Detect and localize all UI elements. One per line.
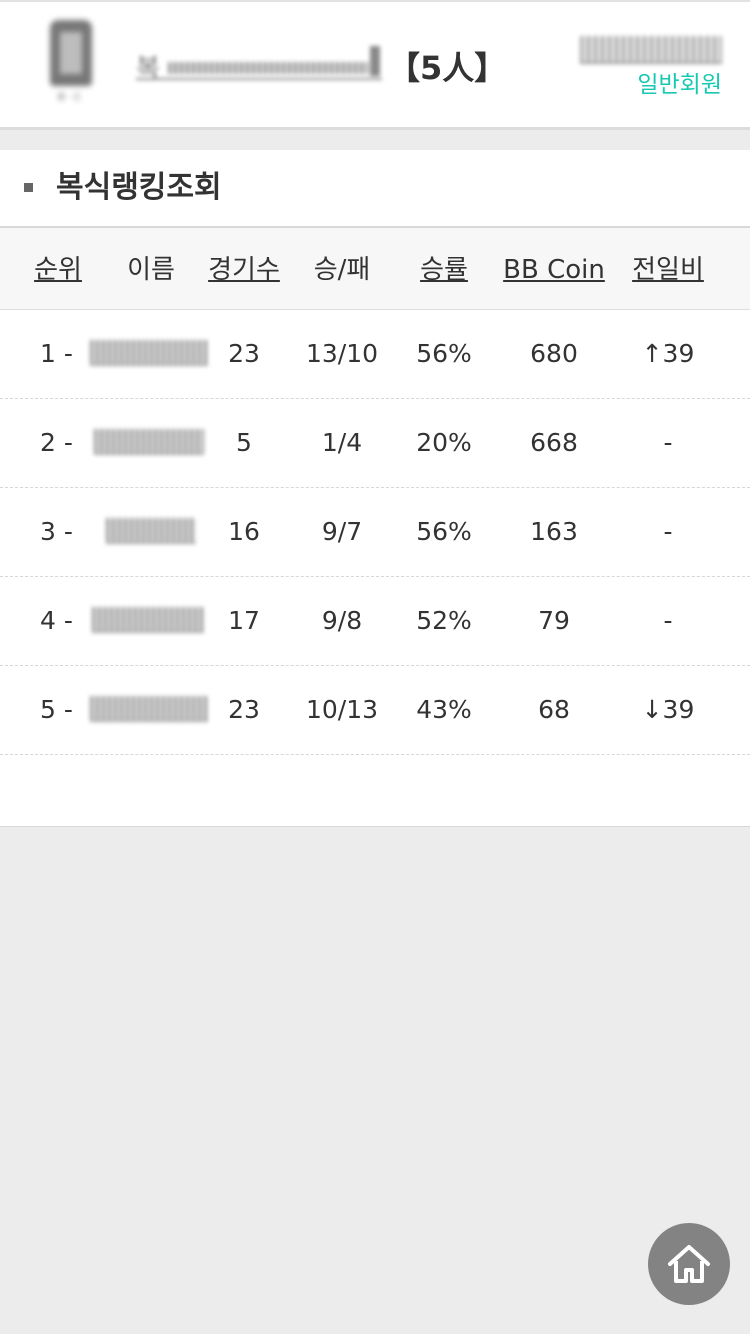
player-name-redacted[interactable] [90,696,208,722]
column-header-games[interactable]: 경기수 [198,248,290,292]
win-loss-cell: 9/7 [321,517,363,546]
win-loss-cell: 9/8 [321,606,363,635]
win-rate-cell: 56% [416,517,472,546]
daily-change-cell: - [663,606,673,635]
rank-cell: 4 - [40,606,73,635]
club-logo-text: B·C [57,92,85,103]
column-header-win-rate[interactable]: 승률 [398,248,490,292]
player-name-redacted[interactable] [90,340,208,366]
games-cell: 17 [228,606,260,635]
member-type: 일반회원 [637,72,722,98]
rank-cell: 5 - [40,695,73,724]
club-name-blur-end [370,46,380,76]
games-cell: 23 [228,339,260,368]
bb-coin-cell: 68 [538,695,570,724]
win-rate-cell: 52% [416,606,472,635]
win-loss-cell: 13/10 [305,339,379,368]
section-title: 복식랭킹조회 [56,170,222,205]
daily-change-cell: - [663,517,673,546]
club-logo-mark-inner [60,32,82,74]
home-icon [668,1245,710,1283]
ranking-table: 순위 이름 경기수 승/패 승률 BB Coin 전일비 1 - 23 13/1… [0,228,750,827]
daily-change-cell: - [663,428,673,457]
column-header-bb-coin[interactable]: BB Coin [494,248,614,292]
table-row: 1 - 23 13/10 56% 680 ↑39 [0,310,750,399]
games-cell: 23 [228,695,260,724]
rank-cell: 1 - [40,339,73,368]
win-rate-cell: 43% [416,695,472,724]
win-loss-cell: 1/4 [321,428,363,457]
rank-cell: 3 - [40,517,73,546]
club-logo: B·C [40,20,102,106]
column-header-name: 이름 [127,255,175,285]
daily-change-cell: ↑39 [641,339,695,368]
bb-coin-cell: 79 [538,606,570,635]
table-row: 4 - 17 9/8 52% 79 - [0,577,750,666]
games-cell: 5 [236,428,252,457]
bb-coin-cell: 163 [530,517,578,546]
table-row: 2 - 5 1/4 20% 668 - [0,399,750,488]
win-loss-cell: 10/13 [305,695,379,724]
player-name-redacted[interactable] [94,429,204,455]
column-header-daily-change[interactable]: 전일비 [618,248,718,292]
table-row: 5 - 23 10/13 43% 68 ↓39 [0,666,750,755]
player-name-redacted[interactable] [92,607,204,633]
home-button[interactable] [648,1223,730,1305]
games-cell: 16 [228,517,260,546]
win-rate-cell: 56% [416,339,472,368]
square-bullet-icon [24,183,33,192]
win-rate-cell: 20% [416,428,472,457]
table-row: 3 - 16 9/7 56% 163 - [0,488,750,577]
rank-cell: 2 - [40,428,73,457]
club-name-underline [136,78,382,80]
bb-coin-cell: 680 [530,339,578,368]
club-name-redacted[interactable]: 복 [136,44,382,84]
club-name-blur [168,62,368,74]
bb-coin-cell: 668 [530,428,578,457]
column-header-rank[interactable]: 순위 [22,248,94,292]
section-title-bar: 복식랭킹조회 [0,150,750,228]
daily-change-cell: ↓39 [641,695,695,724]
player-name-redacted[interactable] [106,518,196,544]
column-header-win-loss: 승/패 [313,255,371,285]
user-name-redacted[interactable] [580,36,722,64]
header: B·C 복 【5人】 일반회원 [0,0,750,130]
member-count: 【5人】 [388,49,507,87]
table-header: 순위 이름 경기수 승/패 승률 BB Coin 전일비 [0,228,750,310]
